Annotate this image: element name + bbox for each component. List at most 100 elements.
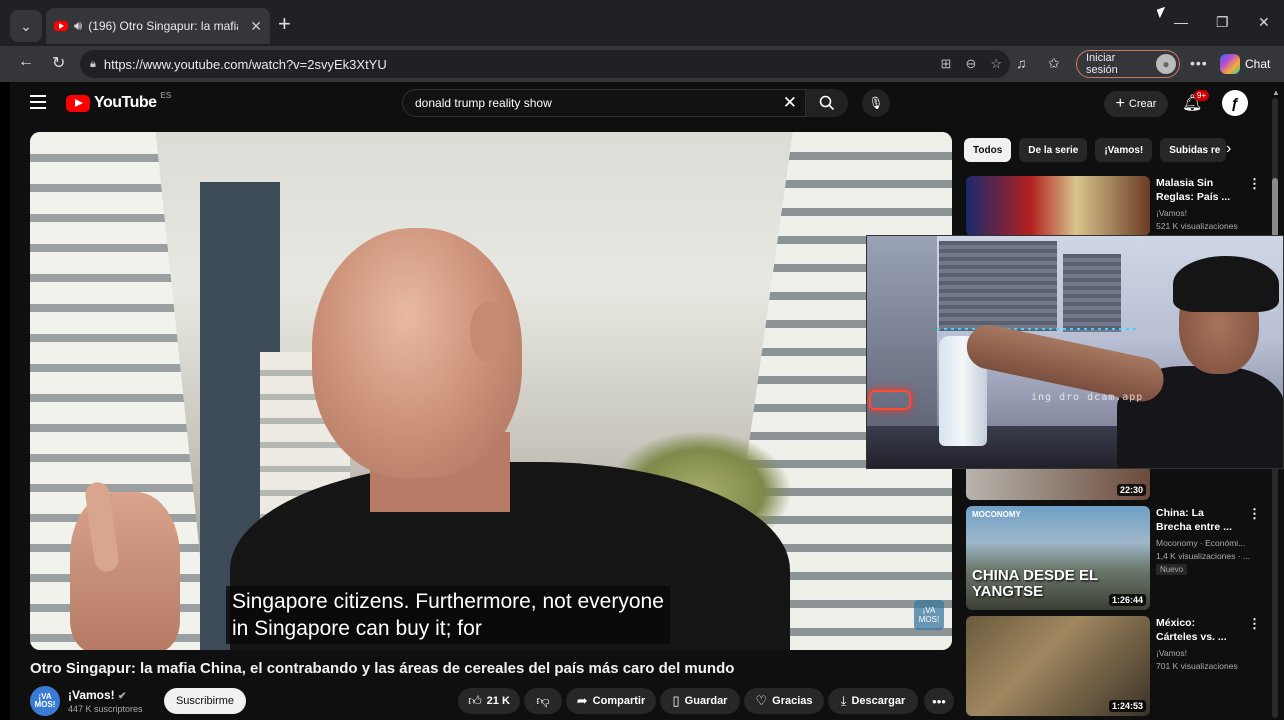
dislike-button[interactable]: 👎︎ xyxy=(524,688,562,714)
video-thumbnail[interactable]: MOCONOMY CHINA DESDE EL YANGTSE 1:26:44 xyxy=(966,506,1150,610)
more-dots-icon: ••• xyxy=(932,693,946,709)
chip-subidas[interactable]: Subidas re xyxy=(1160,138,1227,162)
reload-icon[interactable]: ↻ xyxy=(52,53,65,73)
duration-badge: 22:30 xyxy=(1116,484,1146,496)
media-control-icon[interactable]: ♫ xyxy=(1016,55,1027,71)
channel-avatar[interactable]: ¡VA MOS! xyxy=(30,686,60,716)
plus-icon: + xyxy=(1115,95,1125,112)
recommendation-title[interactable]: Malasia Sin Reglas: País ... xyxy=(1156,176,1236,204)
close-window-icon[interactable]: ✕ xyxy=(1258,14,1270,31)
youtube-logo[interactable]: YouTube ES xyxy=(66,91,172,112)
zoom-icon[interactable]: ⊖ xyxy=(965,56,976,72)
video-player[interactable]: Singapore citizens. Furthermore, not eve… xyxy=(30,132,952,650)
account-avatar[interactable]: ƒ xyxy=(1222,90,1248,116)
search-icon xyxy=(819,95,835,111)
tab-title: (196) Otro Singapur: la mafia China, el … xyxy=(88,19,238,33)
new-tab-icon[interactable]: + xyxy=(278,12,291,36)
video-thumbnail[interactable] xyxy=(966,176,1150,236)
download-icon: ⤓ xyxy=(840,693,847,708)
chip-vamos[interactable]: ¡Vamos! xyxy=(1095,138,1153,162)
share-label: Compartir xyxy=(592,695,646,707)
more-options-icon[interactable]: ••• xyxy=(1190,55,1208,71)
save-button[interactable]: ▯ Guardar xyxy=(660,688,740,714)
chevron-right-icon[interactable]: › xyxy=(1226,140,1231,158)
verified-icon: ✔ xyxy=(118,691,127,702)
filter-chips: Todos De la serie ¡Vamos! Subidas re xyxy=(964,138,1227,162)
search-query: donald trump reality show xyxy=(415,96,552,110)
chip-todos[interactable]: Todos xyxy=(964,138,1012,162)
browser-tab[interactable]: 🔊︎ (196) Otro Singapur: la mafia China, … xyxy=(46,8,270,44)
recommendation-views: 701 K visualizaciones xyxy=(1156,661,1238,671)
share-button[interactable]: ➦ Compartir xyxy=(566,688,656,714)
signin-button[interactable]: Iniciar sesión ● xyxy=(1076,50,1180,78)
chip-de-la-serie[interactable]: De la serie xyxy=(1019,138,1088,162)
video-thumbnail[interactable]: 22:30 xyxy=(966,468,1150,500)
search-input[interactable]: donald trump reality show ✕ xyxy=(402,89,806,117)
thumbs-down-icon: 👎︎ xyxy=(536,693,550,708)
youtube-header: YouTube ES donald trump reality show ✕ 🎙… xyxy=(10,82,1284,126)
new-badge: Nuevo xyxy=(1156,564,1188,575)
youtube-favicon-icon xyxy=(54,21,68,31)
address-bar[interactable]: 🔒︎ https://www.youtube.com/watch?v=2svyE… xyxy=(80,50,1010,78)
lock-icon: 🔒︎ xyxy=(90,57,96,70)
recommendation-channel: Moconomy · Económi... xyxy=(1156,538,1246,548)
thanks-button[interactable]: ♡ Gracias xyxy=(744,688,824,714)
speaker-icon[interactable]: 🔊︎ xyxy=(74,18,82,34)
download-button[interactable]: ⤓ Descargar xyxy=(828,688,918,714)
recommendation-title[interactable]: China: La Brecha entre ... xyxy=(1156,506,1236,534)
voice-search-mic-icon[interactable]: 🎙︎ xyxy=(862,89,890,117)
region-code: ES xyxy=(160,91,172,100)
favorite-star-icon[interactable]: ☆ xyxy=(990,56,1002,72)
more-vert-icon[interactable]: ⋮ xyxy=(1248,506,1261,522)
more-actions-button[interactable]: ••• xyxy=(924,688,954,714)
recommendation-title[interactable]: México: Cárteles vs. ... xyxy=(1156,616,1236,644)
menu-icon[interactable] xyxy=(30,95,46,109)
recommendation-item[interactable]: Malasia Sin Reglas: País ... ¡Vamos! 521… xyxy=(966,176,1266,236)
search-button[interactable] xyxy=(806,89,848,117)
close-tab-icon[interactable]: ✕ xyxy=(250,18,262,35)
channel-name[interactable]: ¡Vamos! ✔ xyxy=(68,688,126,702)
webcam-overlay: ing dro dcam.app xyxy=(866,235,1284,469)
video-thumbnail[interactable]: 1:24:53 xyxy=(966,616,1150,716)
caption-line-1: Singapore citizens. Furthermore, not eve… xyxy=(232,590,664,613)
save-label: Guardar xyxy=(684,695,728,707)
copilot-chat-button[interactable]: Chat xyxy=(1220,51,1280,77)
scroll-up-arrow-icon[interactable]: ▲ xyxy=(1272,88,1280,97)
clear-search-icon[interactable]: ✕ xyxy=(783,93,797,113)
chat-label: Chat xyxy=(1245,57,1271,71)
caption-line-2: in Singapore can buy it; for xyxy=(232,617,482,640)
thumbnail-text: CHINA DESDE EL YANGTSE xyxy=(972,567,1098,600)
like-count: 21 K xyxy=(486,695,510,707)
create-button[interactable]: + Crear xyxy=(1104,91,1168,117)
thanks-label: Gracias xyxy=(772,695,813,707)
back-icon[interactable]: ← xyxy=(18,53,34,71)
recommendation-item[interactable]: 1:24:53 México: Cárteles vs. ... ¡Vamos!… xyxy=(966,616,1266,720)
recommendation-item[interactable]: MOCONOMY CHINA DESDE EL YANGTSE 1:26:44 … xyxy=(966,506,1266,610)
signin-label: Iniciar sesión xyxy=(1086,52,1118,76)
download-label: Descargar xyxy=(851,695,906,707)
favorites-icon[interactable]: ✩ xyxy=(1048,55,1060,72)
address-toolbar: ← ↻ 🔒︎ https://www.youtube.com/watch?v=2… xyxy=(0,46,1284,82)
duration-badge: 1:26:44 xyxy=(1108,594,1146,606)
more-vert-icon[interactable]: ⋮ xyxy=(1248,616,1261,632)
app-install-icon[interactable]: ⊞ xyxy=(941,56,952,72)
video-caption: Singapore citizens. Furthermore, not eve… xyxy=(226,586,670,644)
channel-watermark[interactable]: ¡VA MOS! xyxy=(914,600,944,630)
thumbnail-brand: MOCONOMY xyxy=(972,510,1021,519)
browser-tab-bar: ⌄ 🔊︎ (196) Otro Singapur: la mafia China… xyxy=(0,0,1284,46)
tab-search-chevron-icon[interactable]: ⌄ xyxy=(10,10,42,42)
restore-icon[interactable]: ❐ xyxy=(1216,14,1229,31)
url-text: https://www.youtube.com/watch?v=2svyEk3X… xyxy=(103,56,387,72)
recommendation-channel: ¡Vamos! xyxy=(1156,208,1188,218)
minimize-icon[interactable]: — xyxy=(1174,14,1188,30)
thanks-heart-icon: ♡ xyxy=(755,693,768,708)
copilot-icon xyxy=(1220,54,1240,74)
mouse-cursor-icon xyxy=(1156,6,1169,19)
like-button[interactable]: 👍︎ 21 K xyxy=(458,688,520,714)
duration-badge: 1:24:53 xyxy=(1108,700,1146,712)
video-title: Otro Singapur: la mafia China, el contra… xyxy=(30,660,735,677)
subscribe-button[interactable]: Suscribirme xyxy=(164,688,246,714)
more-vert-icon[interactable]: ⋮ xyxy=(1248,176,1261,192)
profile-avatar-icon: ● xyxy=(1156,54,1176,74)
recommendation-views: 1,4 K visualizaciones · ... xyxy=(1156,551,1251,561)
